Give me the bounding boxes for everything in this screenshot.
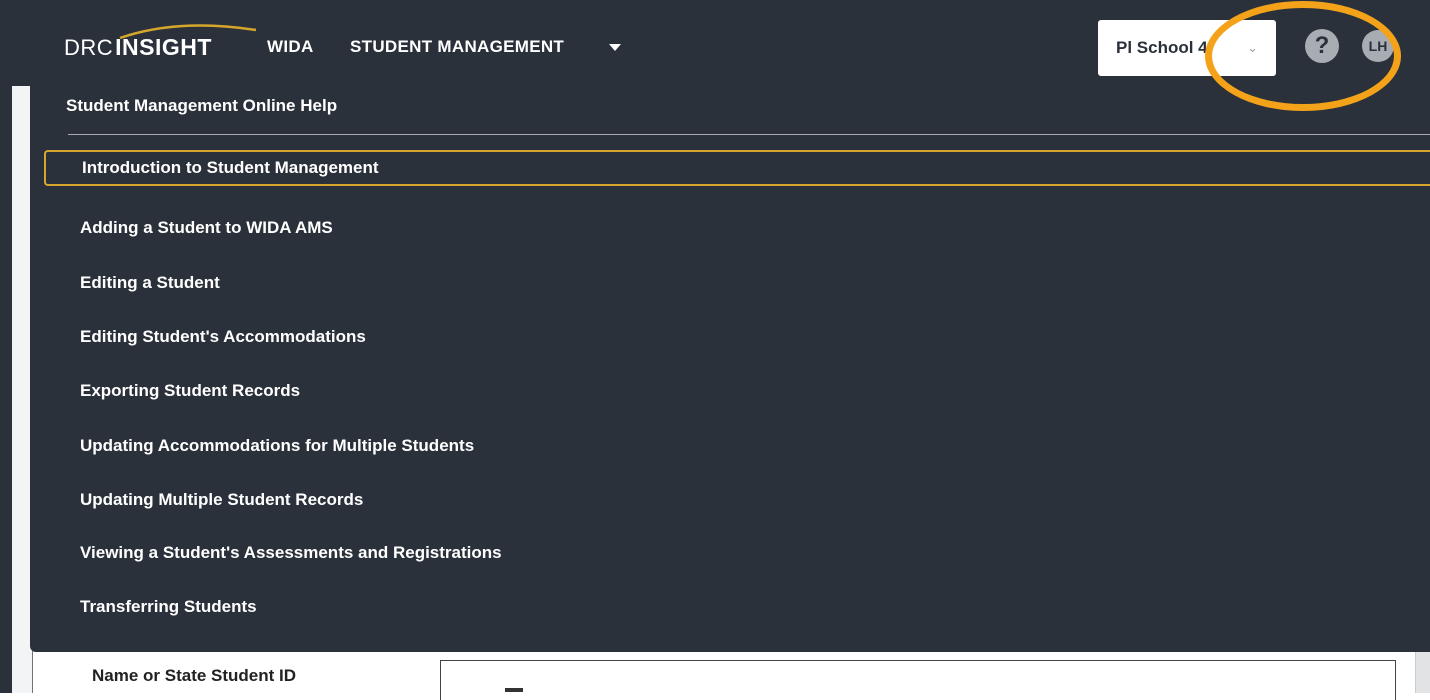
help-item-introduction[interactable]: Introduction to Student Management (44, 150, 1430, 186)
left-border (0, 0, 12, 693)
help-icon[interactable]: ? (1305, 29, 1339, 63)
caret-down-icon[interactable] (609, 44, 621, 51)
logo-drc: DRC (64, 35, 114, 60)
help-item-adding-student[interactable]: Adding a Student to WIDA AMS (80, 218, 333, 238)
help-menu-title: Student Management Online Help (66, 96, 338, 115)
help-item-editing-accommodations[interactable]: Editing Student's Accommodations (80, 327, 366, 347)
avatar[interactable]: LH (1362, 30, 1394, 62)
help-item-updating-accommodations-multiple[interactable]: Updating Accommodations for Multiple Stu… (80, 436, 474, 456)
logo-insight: INSIGHT (115, 34, 212, 60)
help-item-transferring-students[interactable]: Transferring Students (80, 597, 257, 617)
drc-insight-logo[interactable]: DRC INSIGHT (64, 34, 212, 61)
search-input-control (505, 688, 523, 692)
help-menu-dropdown: Student Management Online Help Introduct… (30, 86, 1430, 652)
search-label: Name or State Student ID (92, 666, 297, 685)
top-navigation-bar: DRC INSIGHT WIDA STUDENT MANAGEMENT Pl S… (12, 0, 1430, 86)
help-item-viewing-assessments[interactable]: Viewing a Student's Assessments and Regi… (80, 543, 502, 563)
help-item-updating-multiple-records[interactable]: Updating Multiple Student Records (80, 490, 363, 510)
help-item-exporting-records[interactable]: Exporting Student Records (80, 381, 300, 401)
nav-student-management[interactable]: STUDENT MANAGEMENT (350, 37, 564, 57)
help-menu-divider (68, 134, 1430, 135)
school-select-value: Pl School 4 (1116, 38, 1208, 57)
help-item-editing-student[interactable]: Editing a Student (80, 273, 220, 293)
nav-wida[interactable]: WIDA (267, 37, 314, 57)
school-select[interactable]: Pl School 4 ⌄ (1098, 20, 1276, 76)
chevron-down-icon: ⌄ (1247, 40, 1258, 55)
search-input[interactable] (440, 660, 1396, 700)
